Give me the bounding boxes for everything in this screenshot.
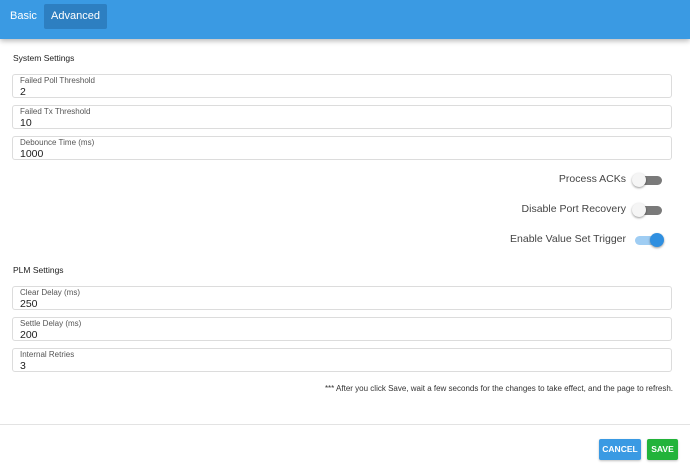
toggle-label: Enable Value Set Trigger xyxy=(510,233,626,245)
enable-value-set-trigger-toggle[interactable] xyxy=(632,232,664,248)
clear-delay-field[interactable]: Clear Delay (ms) 250 xyxy=(12,286,672,310)
toggle-label: Disable Port Recovery xyxy=(521,203,626,215)
disable-port-recovery-toggle[interactable] xyxy=(632,202,664,218)
disable-port-recovery-row: Disable Port Recovery xyxy=(364,202,664,218)
internal-retries-field[interactable]: Internal Retries 3 xyxy=(12,348,672,372)
system-settings-heading: System Settings xyxy=(13,53,75,63)
field-value[interactable]: 250 xyxy=(20,298,38,310)
debounce-time-field[interactable]: Debounce Time (ms) 1000 xyxy=(12,136,672,160)
toggle-knob xyxy=(650,233,664,247)
footer-divider xyxy=(0,424,690,425)
settle-delay-field[interactable]: Settle Delay (ms) 200 xyxy=(12,317,672,341)
tab-basic[interactable]: Basic xyxy=(10,4,37,29)
cancel-button[interactable]: CANCEL xyxy=(599,439,641,460)
process-acks-row: Process ACKs xyxy=(364,172,664,188)
toggle-knob xyxy=(632,173,646,187)
save-note: *** After you click Save, wait a few sec… xyxy=(324,384,673,393)
field-label: Debounce Time (ms) xyxy=(20,138,95,147)
save-button[interactable]: SAVE xyxy=(647,439,678,460)
field-value[interactable]: 200 xyxy=(20,329,38,341)
top-tab-bar: Basic Advanced xyxy=(0,0,690,39)
toggle-knob xyxy=(632,203,646,217)
plm-settings-heading: PLM Settings xyxy=(13,265,64,275)
toggle-label: Process ACKs xyxy=(558,173,626,185)
field-value[interactable]: 2 xyxy=(20,86,26,98)
field-label: Failed Tx Threshold xyxy=(20,107,91,116)
field-value[interactable]: 10 xyxy=(20,117,32,129)
field-label: Failed Poll Threshold xyxy=(20,76,96,85)
field-label: Clear Delay (ms) xyxy=(20,288,81,297)
process-acks-toggle[interactable] xyxy=(632,172,664,188)
failed-tx-threshold-field[interactable]: Failed Tx Threshold 10 xyxy=(12,105,672,129)
tab-advanced[interactable]: Advanced xyxy=(44,4,107,29)
field-label: Internal Retries xyxy=(20,350,75,359)
enable-value-set-trigger-row: Enable Value Set Trigger xyxy=(364,232,664,248)
field-value[interactable]: 1000 xyxy=(20,148,43,160)
failed-poll-threshold-field[interactable]: Failed Poll Threshold 2 xyxy=(12,74,672,98)
field-label: Settle Delay (ms) xyxy=(20,319,82,328)
field-value[interactable]: 3 xyxy=(20,360,26,372)
